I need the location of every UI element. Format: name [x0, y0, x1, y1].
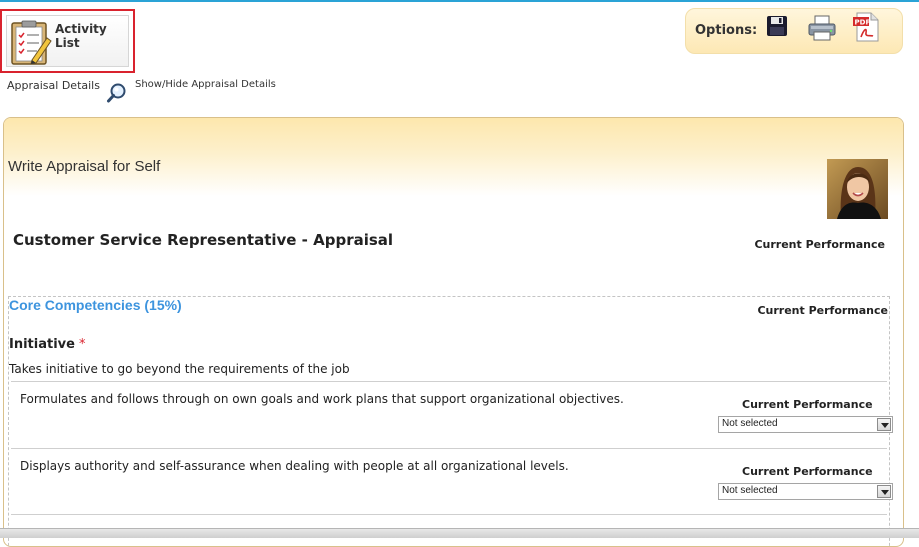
- chevron-down-icon[interactable]: [877, 485, 891, 498]
- competency-name-text: Initiative: [9, 337, 75, 352]
- clipboard-checklist-icon: [11, 20, 52, 65]
- competency-item-text: Formulates and follows through on own go…: [20, 392, 624, 406]
- save-icon[interactable]: [765, 14, 789, 38]
- performance-rating-select[interactable]: Not selected: [718, 416, 893, 433]
- employee-avatar: [827, 159, 888, 219]
- page-title: Write Appraisal for Self: [8, 158, 161, 175]
- rating-selected-value: Not selected: [722, 485, 778, 496]
- appraisal-card: Write Appraisal for Self Customer Servic…: [3, 117, 904, 547]
- options-label: Options:: [695, 23, 758, 38]
- section-current-performance-header: Current Performance: [757, 304, 888, 317]
- options-panel: Options: PDF: [685, 8, 903, 54]
- competency-item-row: Formulates and follows through on own go…: [11, 381, 893, 448]
- core-competencies-section: Core Competencies (15%) Current Performa…: [8, 296, 893, 546]
- pdf-icon[interactable]: PDF: [851, 11, 881, 43]
- chevron-down-icon[interactable]: [877, 418, 891, 431]
- item-current-performance-label: Current Performance: [742, 398, 873, 411]
- print-icon[interactable]: [807, 15, 837, 41]
- competency-name: Initiative *: [9, 337, 85, 352]
- competency-item-text: Displays authority and self-assurance wh…: [20, 459, 569, 473]
- magnifier-icon[interactable]: [106, 82, 128, 104]
- horizontal-scrollbar[interactable]: [0, 528, 919, 538]
- activity-list-label: Activity List: [55, 22, 107, 50]
- card-header: [4, 118, 903, 196]
- appraisal-title: Customer Service Representative - Apprai…: [13, 231, 394, 249]
- current-performance-header: Current Performance: [754, 238, 885, 251]
- show-hide-appraisal-details-link[interactable]: Show/Hide Appraisal Details: [135, 79, 276, 90]
- item-current-performance-label: Current Performance: [742, 465, 873, 478]
- activity-list-button[interactable]: Activity List: [0, 9, 135, 73]
- rating-selected-value: Not selected: [722, 418, 778, 429]
- appraisal-details-label: Appraisal Details: [7, 79, 100, 92]
- required-marker: *: [78, 337, 86, 352]
- top-accent-line: [0, 0, 919, 2]
- svg-text:PDF: PDF: [855, 19, 871, 27]
- performance-rating-select[interactable]: Not selected: [718, 483, 893, 500]
- competency-description: Takes initiative to go beyond the requir…: [9, 362, 350, 376]
- competency-item-row: Displays authority and self-assurance wh…: [11, 448, 893, 515]
- activity-list-tile[interactable]: Activity List: [6, 15, 129, 67]
- section-title: Core Competencies (15%): [9, 297, 182, 313]
